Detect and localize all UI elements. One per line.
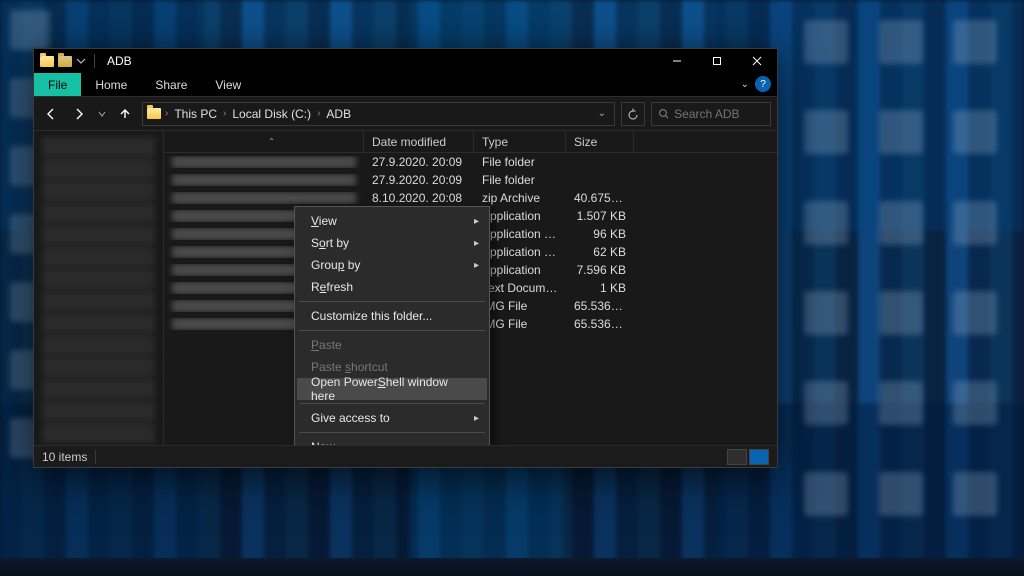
file-list-pane[interactable]: ⌃ Date modified Type Size 27.9.2020. 20:… (164, 131, 777, 445)
chevron-right-icon[interactable]: › (317, 108, 320, 119)
cell-size: 1 KB (566, 281, 634, 295)
breadcrumb-drive[interactable]: Local Disk (C:) (230, 107, 313, 121)
search-box[interactable] (651, 102, 771, 126)
ctx-customize[interactable]: Customize this folder... (297, 305, 487, 327)
search-icon (658, 108, 668, 120)
ctx-open-powershell[interactable]: Open PowerShell window here (297, 378, 487, 400)
explorer-window: ADB File Home Share View ⌄ ? › This PC ›… (33, 48, 778, 468)
cell-size: 40.675 KB (566, 191, 634, 205)
ctx-group-by[interactable]: Group by▸ (297, 254, 487, 276)
cell-size: 96 KB (566, 227, 634, 241)
view-details-button[interactable] (727, 449, 747, 465)
file-name-blurred (172, 156, 356, 168)
chevron-right-icon[interactable]: › (223, 108, 226, 119)
refresh-button[interactable] (621, 102, 645, 126)
window-title: ADB (107, 54, 132, 68)
status-bar: 10 items (34, 445, 777, 467)
chevron-right-icon[interactable]: › (165, 108, 168, 119)
cell-size: 1.507 KB (566, 209, 634, 223)
recent-dropdown-icon[interactable] (96, 103, 108, 125)
cell-date: 27.9.2020. 20:09 (364, 155, 474, 169)
folder-icon (58, 56, 72, 67)
cell-date: 27.9.2020. 20:09 (364, 173, 474, 187)
column-size[interactable]: Size (566, 131, 634, 152)
address-bar[interactable]: › This PC › Local Disk (C:) › ADB ⌄ (142, 102, 615, 126)
cell-type: zip Archive (474, 191, 566, 205)
table-row[interactable]: 27.9.2020. 20:09File folder (164, 153, 777, 171)
column-headers[interactable]: ⌃ Date modified Type Size (164, 131, 777, 153)
breadcrumb-folder[interactable]: ADB (324, 107, 353, 121)
column-type[interactable]: Type (474, 131, 566, 152)
ctx-paste: Paste (297, 334, 487, 356)
tab-view[interactable]: View (201, 73, 255, 96)
table-row[interactable]: 8.10.2020. 20:08zip Archive40.675 KB (164, 189, 777, 207)
navigation-pane[interactable] (34, 131, 164, 445)
sort-indicator-icon: ⌃ (268, 137, 275, 146)
tab-file[interactable]: File (34, 73, 81, 96)
address-dropdown-icon[interactable]: ⌄ (594, 108, 610, 119)
ctx-refresh[interactable]: Refresh (297, 276, 487, 298)
cell-type: File folder (474, 155, 566, 169)
ctx-sort-by[interactable]: Sort by▸ (297, 232, 487, 254)
ctx-give-access[interactable]: Give access to▸ (297, 407, 487, 429)
folder-icon (40, 56, 54, 67)
search-input[interactable] (674, 107, 764, 121)
file-name-blurred (172, 192, 356, 204)
breadcrumb-root[interactable]: This PC (172, 107, 219, 121)
close-button[interactable] (737, 49, 777, 73)
file-name-blurred (172, 174, 356, 186)
taskbar[interactable] (0, 558, 1024, 576)
cell-type: File folder (474, 173, 566, 187)
forward-button[interactable] (68, 103, 90, 125)
view-large-icons-button[interactable] (749, 449, 769, 465)
ctx-view[interactable]: View▸ (297, 210, 487, 232)
context-menu: View▸ Sort by▸ Group by▸ Refresh Customi… (294, 206, 490, 445)
status-item-count: 10 items (42, 450, 87, 464)
cell-date: 8.10.2020. 20:08 (364, 191, 474, 205)
column-date[interactable]: Date modified (364, 131, 474, 152)
help-icon[interactable]: ? (755, 76, 771, 92)
ribbon-collapse-icon[interactable]: ⌄ (741, 79, 749, 90)
table-row[interactable]: 27.9.2020. 20:09File folder (164, 171, 777, 189)
ribbon-tabs: File Home Share View ⌄ ? (34, 73, 777, 97)
ctx-new[interactable]: New▸ (297, 436, 487, 445)
tab-home[interactable]: Home (81, 73, 141, 96)
minimize-button[interactable] (657, 49, 697, 73)
titlebar[interactable]: ADB (34, 49, 777, 73)
up-button[interactable] (114, 103, 136, 125)
column-name[interactable]: ⌃ (164, 131, 364, 152)
tab-share[interactable]: Share (141, 73, 201, 96)
cell-size: 65.536 KB (566, 317, 634, 331)
desktop-icons-right (804, 20, 1014, 536)
folder-icon (147, 108, 161, 119)
maximize-button[interactable] (697, 49, 737, 73)
qat-dropdown-icon[interactable] (76, 56, 86, 66)
navigation-bar: › This PC › Local Disk (C:) › ADB ⌄ (34, 97, 777, 131)
cell-size: 62 KB (566, 245, 634, 259)
cell-size: 7.596 KB (566, 263, 634, 277)
back-button[interactable] (40, 103, 62, 125)
cell-size: 65.536 KB (566, 299, 634, 313)
